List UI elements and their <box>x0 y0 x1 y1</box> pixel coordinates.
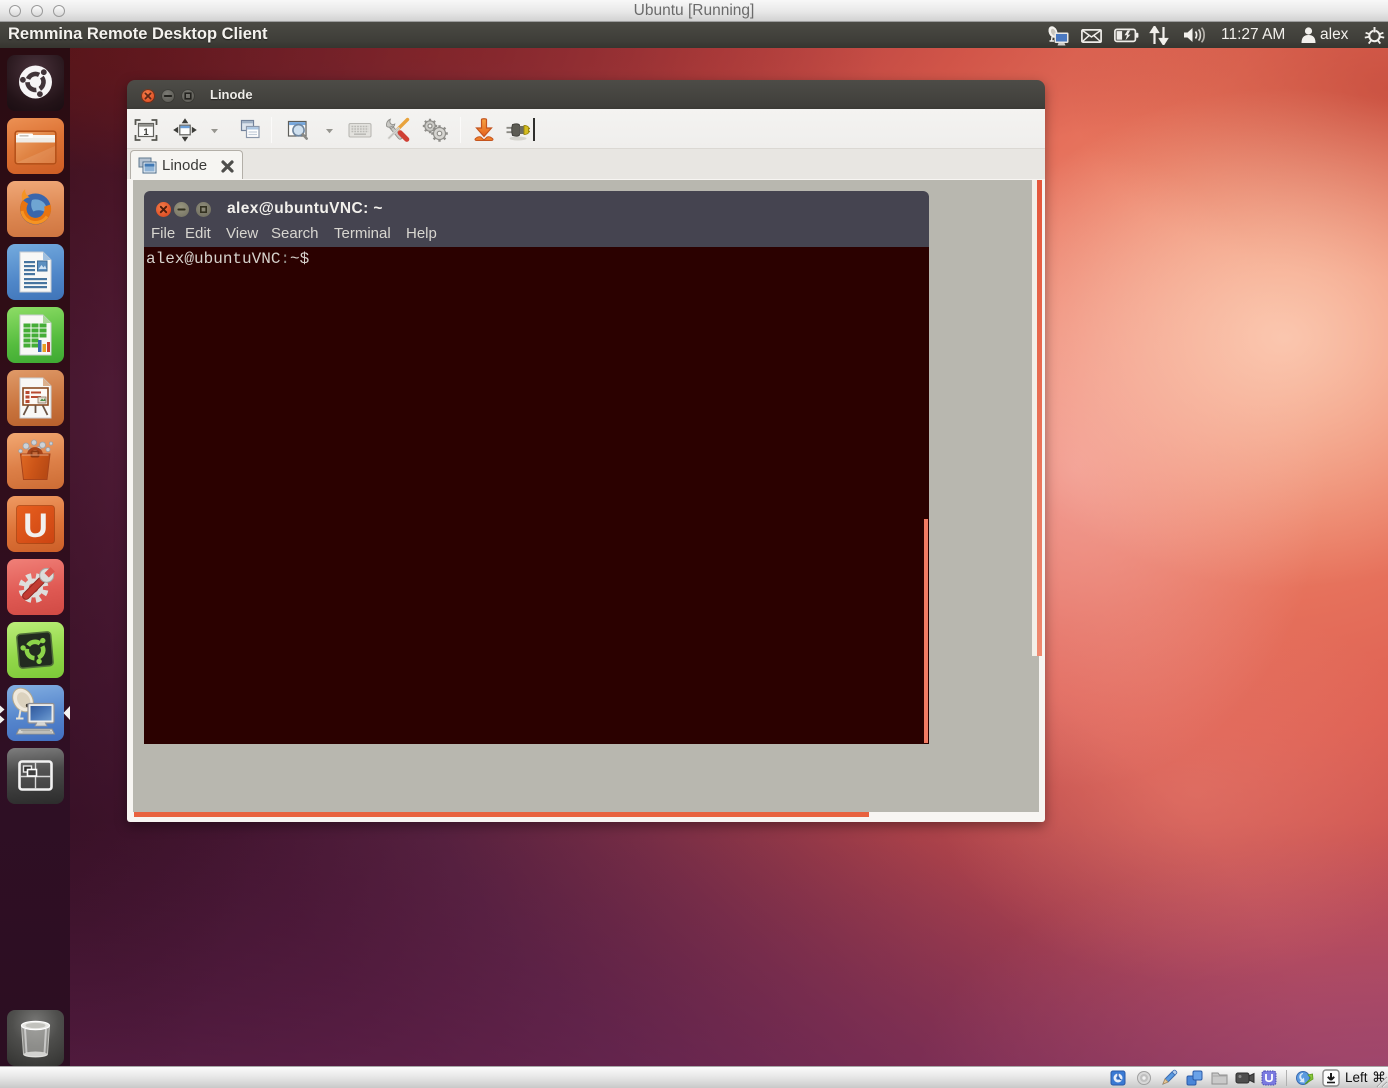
svg-text:1: 1 <box>143 127 149 138</box>
svg-text:U: U <box>23 507 48 545</box>
